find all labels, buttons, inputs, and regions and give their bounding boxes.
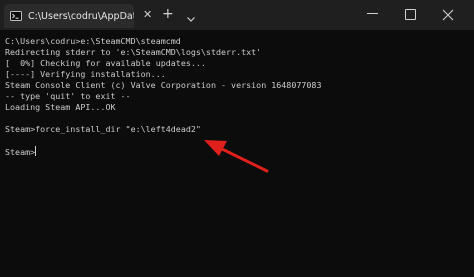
red-arrow-annotation <box>204 140 269 173</box>
terminal-window: C:\Users\codru\AppData\Roaming\Microsoft… <box>0 0 474 277</box>
